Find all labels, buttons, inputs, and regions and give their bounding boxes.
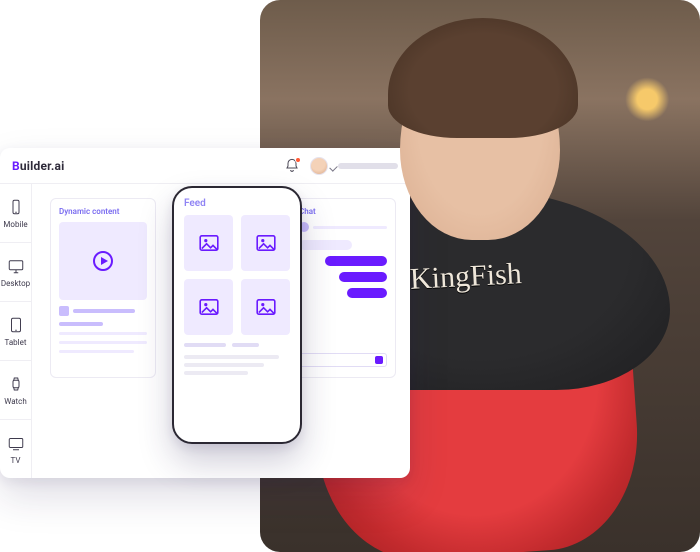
notifications-button[interactable] xyxy=(284,158,300,174)
brand-rest: uilder.ai xyxy=(20,159,65,173)
feed-card[interactable] xyxy=(184,279,233,335)
chat-bubble-outgoing xyxy=(339,272,387,282)
text-line xyxy=(184,363,264,367)
sidebar-item-mobile[interactable]: Mobile xyxy=(0,184,31,243)
feed-card[interactable] xyxy=(184,215,233,271)
sidebar-item-tablet[interactable]: Tablet xyxy=(0,302,31,361)
sidebar-item-label: TV xyxy=(11,456,21,465)
text-line xyxy=(184,371,248,375)
chat-bubble-outgoing xyxy=(347,288,387,298)
app-header: Builder.ai xyxy=(0,148,410,184)
mobile-icon xyxy=(7,198,25,216)
text-line xyxy=(59,332,147,335)
thumb-placeholder xyxy=(59,306,69,316)
image-icon xyxy=(199,299,219,315)
chat-bubble-outgoing xyxy=(325,256,387,266)
text-line xyxy=(59,350,134,353)
image-icon xyxy=(199,235,219,251)
sidebar-item-label: Mobile xyxy=(3,220,27,229)
tshirt-text: KingFish xyxy=(409,257,522,297)
sidebar-item-label: Tablet xyxy=(5,338,27,347)
video-hero[interactable] xyxy=(59,222,147,300)
meta-placeholder xyxy=(184,343,226,347)
image-icon xyxy=(256,235,276,251)
text-line xyxy=(184,355,279,359)
feed-card[interactable] xyxy=(241,215,290,271)
text-line xyxy=(59,341,147,344)
chat-bubble-incoming xyxy=(299,240,352,250)
brand-prefix: B xyxy=(12,159,20,173)
chat-input[interactable] xyxy=(299,353,387,367)
watch-icon xyxy=(7,375,25,393)
sidebar-item-desktop[interactable]: Desktop xyxy=(0,243,31,302)
panel-title: Chat xyxy=(299,207,387,216)
send-icon xyxy=(375,356,383,364)
sidebar-item-tv[interactable]: TV xyxy=(0,420,31,478)
image-icon xyxy=(256,299,276,315)
panel-dynamic-content[interactable]: Dynamic content xyxy=(50,198,156,378)
notification-dot xyxy=(295,157,301,163)
panel-title: Dynamic content xyxy=(59,207,147,216)
sidebar-item-label: Watch xyxy=(4,397,27,406)
sidebar-item-label: Desktop xyxy=(1,279,30,288)
feed-card[interactable] xyxy=(241,279,290,335)
desktop-icon xyxy=(7,257,25,275)
brand-logo[interactable]: Builder.ai xyxy=(12,159,65,173)
play-icon xyxy=(93,251,113,271)
tablet-icon xyxy=(7,316,25,334)
device-sidebar: Mobile Desktop Tablet xyxy=(0,184,32,478)
sidebar-item-watch[interactable]: Watch xyxy=(0,361,31,420)
chat-name-placeholder xyxy=(313,226,387,229)
tv-icon xyxy=(7,434,25,452)
user-avatar[interactable] xyxy=(310,157,328,175)
text-placeholder xyxy=(73,309,135,313)
phone-panel-title: Feed xyxy=(184,198,290,209)
user-name-placeholder xyxy=(338,163,398,169)
meta-placeholder xyxy=(232,343,259,347)
text-placeholder xyxy=(59,322,103,326)
panel-chat[interactable]: Chat xyxy=(290,198,396,378)
phone-preview[interactable]: Feed xyxy=(172,186,302,444)
